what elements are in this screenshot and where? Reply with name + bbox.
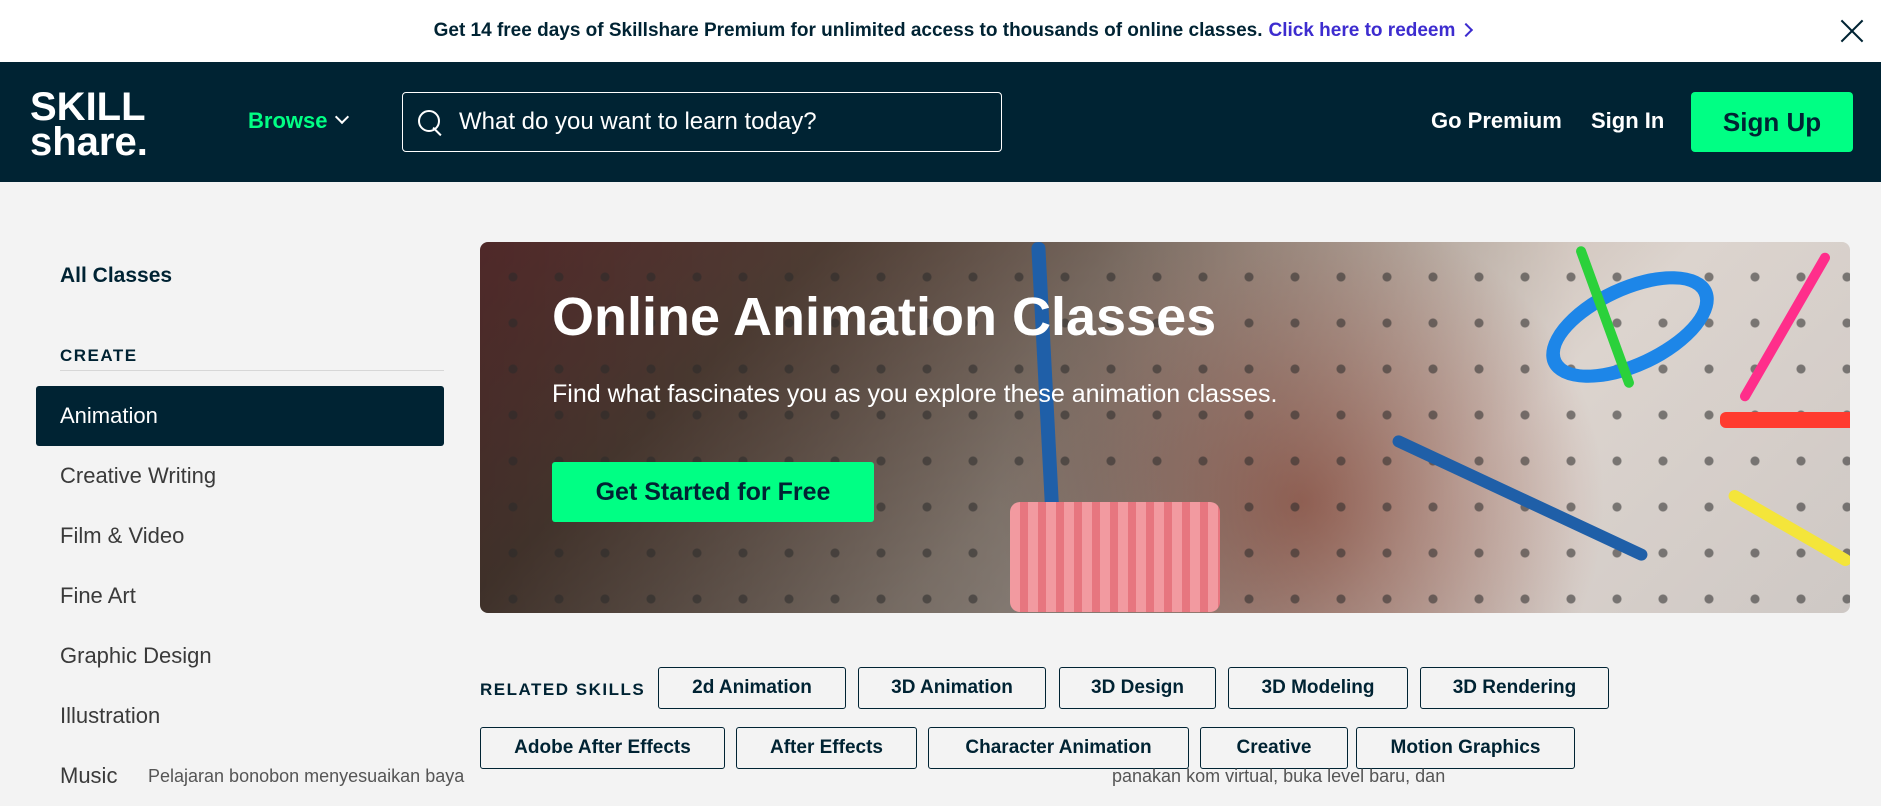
- skill-chip-3d-design[interactable]: 3D Design: [1059, 667, 1216, 709]
- skillshare-logo[interactable]: SKILL share.: [30, 87, 148, 164]
- search-box[interactable]: [402, 92, 1002, 152]
- browse-menu-button[interactable]: Browse: [248, 108, 350, 134]
- hero-banner: Online Animation Classes Find what fasci…: [480, 242, 1850, 613]
- sidebar-item-fine-art[interactable]: Fine Art: [36, 566, 444, 626]
- hero-subtitle: Find what fascinates you as you explore …: [552, 380, 1278, 408]
- sidebar-item-graphic-design[interactable]: Graphic Design: [36, 626, 444, 686]
- all-classes-link[interactable]: All Classes: [60, 264, 172, 288]
- sidebar-item-animation[interactable]: Animation: [36, 386, 444, 446]
- skill-chip-character-animation[interactable]: Character Animation: [928, 727, 1189, 769]
- skill-chip-3d-modeling[interactable]: 3D Modeling: [1228, 667, 1408, 709]
- skill-chip-adobe-after-effects[interactable]: Adobe After Effects: [480, 727, 725, 769]
- divider: [60, 370, 444, 371]
- skill-chip-after-effects[interactable]: After Effects: [736, 727, 917, 769]
- class-card-description: Pelajaran bonobon menyesuaikan baya: [148, 766, 465, 786]
- browse-label: Browse: [248, 108, 328, 133]
- page-title: Online Animation Classes: [552, 287, 1217, 347]
- chevron-down-icon: [335, 109, 350, 125]
- sidebar-item-film-video[interactable]: Film & Video: [36, 506, 444, 566]
- close-icon[interactable]: [1837, 16, 1867, 46]
- promo-banner: Get 14 free days of Skillshare Premium f…: [0, 0, 1881, 62]
- skill-chip-creative[interactable]: Creative: [1200, 727, 1348, 769]
- logo-line-2: share.: [30, 120, 148, 164]
- create-category-heading: CREATE: [60, 346, 138, 365]
- sign-in-link[interactable]: Sign In: [1591, 108, 1664, 134]
- site-header: SKILL share. Browse Go Premium Sign In S…: [0, 62, 1881, 182]
- sidebar-item-creative-writing[interactable]: Creative Writing: [36, 446, 444, 506]
- sidebar-item-illustration[interactable]: Illustration: [36, 686, 444, 746]
- related-skills-label: RELATED SKILLS: [480, 680, 646, 699]
- skill-chip-2d-animation[interactable]: 2d Animation: [658, 667, 846, 709]
- go-premium-link[interactable]: Go Premium: [1431, 108, 1562, 134]
- search-input[interactable]: [459, 108, 979, 136]
- skill-chip-3d-rendering[interactable]: 3D Rendering: [1420, 667, 1609, 709]
- promo-redeem-link[interactable]: Click here to redeem: [1268, 20, 1455, 42]
- class-card-description: panakan kom virtual, buka level baru, da…: [1112, 766, 1446, 786]
- search-icon: [417, 109, 443, 135]
- hero-decoration: [1720, 412, 1850, 428]
- skill-chip-motion-graphics[interactable]: Motion Graphics: [1356, 727, 1575, 769]
- hero-decoration: [1010, 502, 1220, 612]
- promo-text: Get 14 free days of Skillshare Premium f…: [433, 20, 1263, 41]
- skill-chip-3d-animation[interactable]: 3D Animation: [858, 667, 1046, 709]
- get-started-button[interactable]: Get Started for Free: [552, 462, 874, 522]
- chevron-right-icon: [1459, 22, 1474, 38]
- sign-up-button[interactable]: Sign Up: [1691, 92, 1853, 152]
